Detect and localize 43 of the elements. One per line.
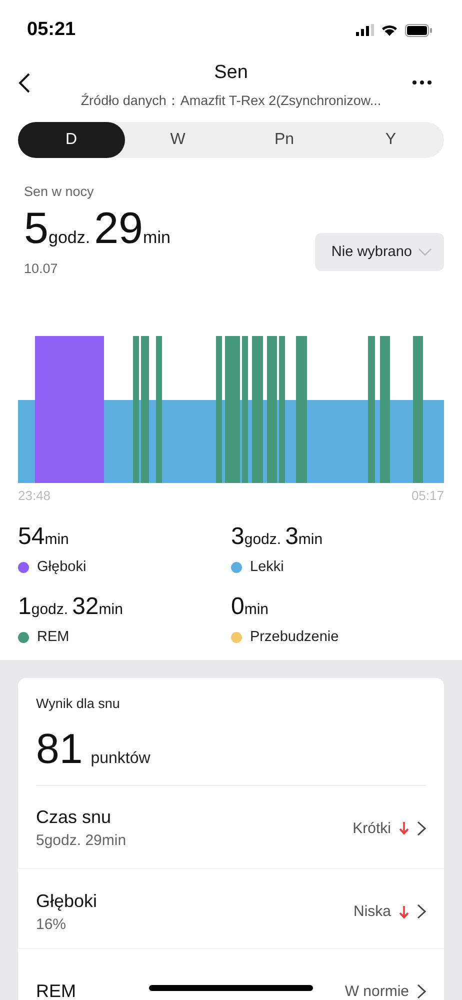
axis-end-time: 05:17 (411, 488, 444, 503)
page-title: Sen (214, 62, 248, 84)
chevron-down-icon (418, 248, 432, 256)
score-unit: punktów (90, 750, 150, 768)
stage-dropdown[interactable]: Nie wybrano (315, 233, 444, 271)
row-label: REM (36, 981, 76, 1000)
wifi-icon (381, 24, 398, 36)
legend-label: REM (37, 629, 70, 645)
score-row[interactable]: Głęboki 16% Niska (18, 868, 444, 948)
legend-label: Lekki (250, 559, 284, 575)
card-title: Wynik dla snu (35, 695, 121, 711)
score-row[interactable]: Czas snu 5godz. 29min Krótki (18, 786, 444, 868)
section-label: Sen w nocy (24, 184, 95, 199)
period-tab[interactable]: W (124, 122, 231, 158)
back-icon[interactable] (17, 72, 31, 94)
stage-duration: 0min (231, 595, 270, 619)
data-source-text: Źródło danych：Amazfit T-Rex 2(Zsynchronizow... (80, 92, 382, 110)
stage-duration: 3godz. 3min (231, 525, 324, 549)
row-status: Krótki (352, 820, 391, 836)
stage-duration: 1godz. 32min (18, 595, 124, 619)
battery-icon (405, 24, 432, 36)
row-status: Niska (353, 903, 391, 920)
legend-label: Przebudzenie (250, 629, 339, 645)
row-label: Głęboki (36, 890, 98, 912)
chevron-right-icon (417, 984, 426, 999)
signal-icon (356, 24, 374, 36)
stage-duration: 54min (18, 525, 70, 549)
chevron-right-icon (417, 820, 426, 836)
status-time: 05:21 (27, 19, 76, 41)
score-value: 81 (36, 725, 83, 773)
date-text: 10.07 (24, 261, 59, 276)
period-tab[interactable]: Y (338, 122, 444, 158)
row-label: Czas snu (36, 807, 112, 828)
axis-start-time: 23:48 (18, 488, 51, 503)
sleep-duration: 5godz.29min (24, 207, 172, 251)
row-value: 5godz. 29min (36, 832, 126, 849)
legend-label: Głęboki (37, 559, 86, 575)
chevron-right-icon (417, 904, 426, 919)
row-value: 16% (36, 916, 68, 932)
period-tab[interactable]: Pn (231, 122, 338, 158)
period-tab[interactable]: D (18, 122, 124, 158)
row-status: W normie (344, 983, 409, 1000)
more-icon[interactable] (412, 80, 432, 85)
